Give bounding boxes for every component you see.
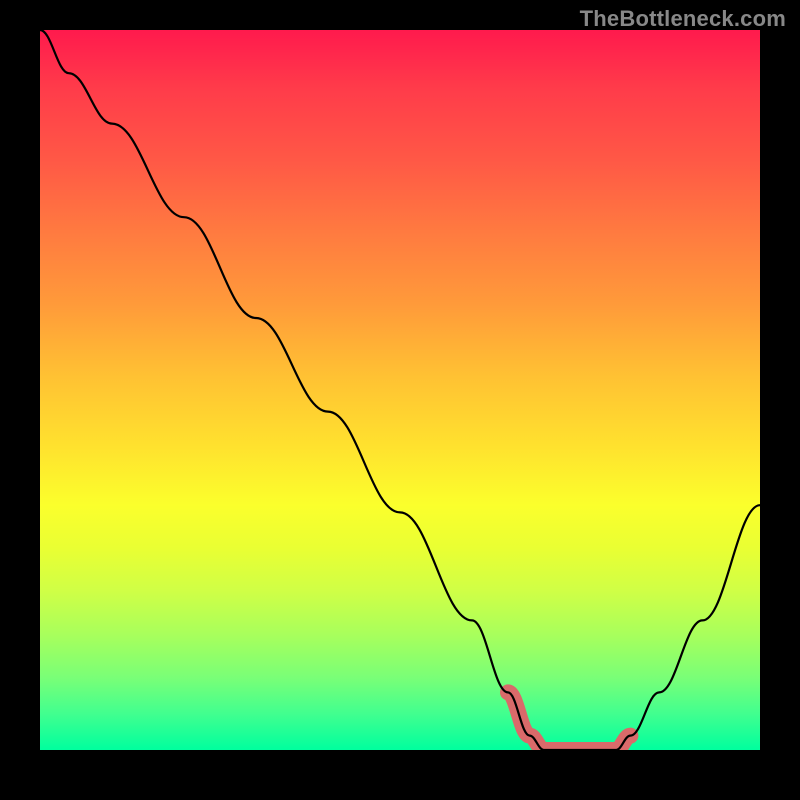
curve-path	[40, 30, 760, 750]
chart-frame: TheBottleneck.com	[0, 0, 800, 800]
highlight-path	[508, 692, 630, 750]
chart-svg	[40, 30, 760, 750]
watermark-text: TheBottleneck.com	[580, 6, 786, 32]
plot-area	[40, 30, 760, 750]
